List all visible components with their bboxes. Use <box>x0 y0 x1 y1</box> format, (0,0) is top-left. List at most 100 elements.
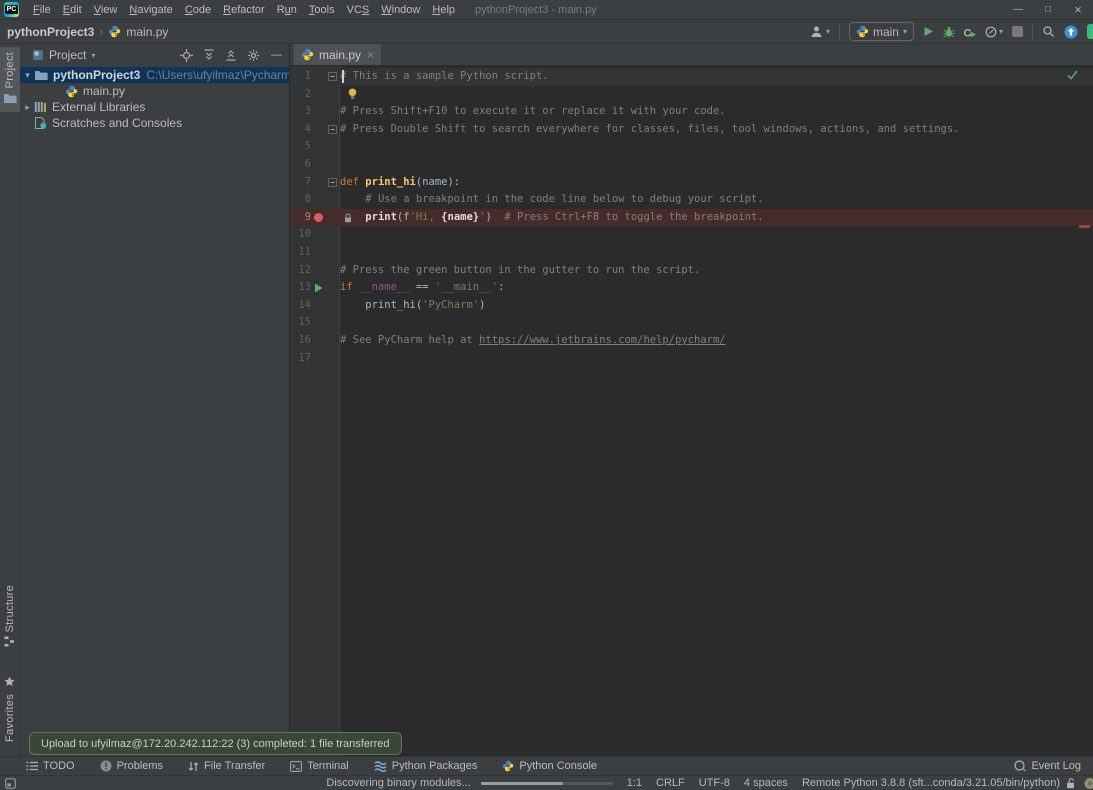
code-line-4[interactable]: 4# Press Double Shift to search everywhe… <box>290 121 1093 139</box>
code-line-9[interactable]: 9 print(f'Hi, {name}') # Press Ctrl+F8 t… <box>290 209 1093 227</box>
inspections-status-icon[interactable] <box>1067 70 1078 83</box>
chevron-right-icon[interactable]: ▸ <box>22 102 33 113</box>
code-token: 'PyCharm' <box>422 299 479 311</box>
error-stripe-mark[interactable] <box>1079 225 1090 228</box>
code-line-11[interactable]: 11 <box>290 244 1093 262</box>
tool-button-terminal[interactable]: Terminal <box>290 760 349 772</box>
menu-item-code[interactable]: Code <box>179 4 217 16</box>
menu-item-vcs[interactable]: VCS <box>341 4 376 16</box>
run-configuration-select[interactable]: main ▾ <box>849 22 914 41</box>
highlighting-level-icon[interactable] <box>1082 777 1093 790</box>
tool-button-event-log[interactable]: Event Log <box>1014 760 1081 772</box>
tool-button-file-transfer[interactable]: File Transfer <box>188 760 265 772</box>
fold-icon[interactable] <box>328 178 337 187</box>
code-line-3[interactable]: 3# Press Shift+F10 to execute it or repl… <box>290 103 1093 121</box>
notification-balloon[interactable]: Upload to ufyilmaz@172.20.242.112:22 (3)… <box>29 732 402 755</box>
debug-button[interactable] <box>943 26 955 38</box>
profiler-button[interactable]: ▾ <box>985 26 1003 38</box>
tool-window-bar: TODO Problems File Transfer Terminal Python … <box>0 756 1093 775</box>
tool-button-python-packages[interactable]: Python Packages <box>374 760 478 772</box>
breakpoint-icon[interactable] <box>314 213 323 222</box>
gutter-cell: 5 <box>290 138 340 156</box>
code-line-13[interactable]: 13if __name__ == '__main__': <box>290 279 1093 297</box>
tree-item-scratches-and-consoles[interactable]: Scratches and Consoles <box>20 115 289 131</box>
project-panel-title[interactable]: Project <box>49 48 86 62</box>
indent-style[interactable]: 4 spaces <box>744 777 788 789</box>
python-interpreter[interactable]: Remote Python 3.8.8 (sft...conda/3.21.05… <box>802 777 1060 789</box>
code-line-15[interactable]: 15 <box>290 314 1093 332</box>
expand-all-button[interactable] <box>203 49 215 61</box>
stop-icon <box>1012 26 1023 37</box>
hide-panel-button[interactable]: — <box>271 49 282 61</box>
caret-position[interactable]: 1:1 <box>627 777 642 789</box>
tree-item-pythonproject3[interactable]: ▾pythonProject3C:\Users\ufyilmaz\Pycharm… <box>20 67 289 83</box>
tool-button-python-console[interactable]: Python Console <box>502 760 597 772</box>
user-menu-button[interactable]: ▾ <box>810 25 830 38</box>
locate-file-button[interactable] <box>180 49 193 62</box>
gutter-cell: 15 <box>290 314 340 332</box>
tab-main-py[interactable]: main.py × <box>294 44 381 65</box>
code-line-5[interactable]: 5 <box>290 138 1093 156</box>
maximize-button[interactable]: □ <box>1033 0 1063 20</box>
code-token: == <box>410 281 435 293</box>
file-encoding[interactable]: UTF-8 <box>699 777 730 789</box>
code-area[interactable]: 1# This is a sample Python script.23# Pr… <box>290 66 1093 756</box>
coverage-button[interactable]: C <box>964 26 976 38</box>
line-number: 4 <box>290 121 311 139</box>
chevron-down-icon[interactable]: ▾ <box>22 70 33 81</box>
stripe-button-structure[interactable]: Structure <box>0 580 20 655</box>
eventlog-icon <box>1014 760 1026 772</box>
menu-item-navigate[interactable]: Navigate <box>123 4 178 16</box>
progress-label: Discovering binary modules... <box>326 777 470 789</box>
collapse-all-button[interactable] <box>225 49 237 61</box>
code-line-6[interactable]: 6 <box>290 156 1093 174</box>
code-line-14[interactable]: 14 print_hi('PyCharm') <box>290 297 1093 315</box>
fold-icon[interactable] <box>328 125 337 134</box>
code-token: https://www.jetbrains.com/help/pycharm/ <box>479 334 726 346</box>
pycharm-app-icon[interactable]: PC <box>4 2 19 17</box>
breadcrumb-file[interactable]: main.py <box>126 25 168 39</box>
toolwindow-switcher-icon[interactable] <box>5 778 16 789</box>
run-line-icon[interactable] <box>314 283 323 293</box>
menu-item-help[interactable]: Help <box>426 4 461 16</box>
search-everywhere-button[interactable] <box>1042 25 1055 38</box>
menu-item-window[interactable]: Window <box>375 4 426 16</box>
lock-icon[interactable] <box>1066 778 1076 789</box>
tree-item-label: pythonProject3 <box>53 68 140 82</box>
clipped-toolbar-icon[interactable] <box>1087 24 1093 39</box>
close-button[interactable]: × <box>1063 0 1093 20</box>
tree-item-main-py[interactable]: main.py <box>20 83 289 99</box>
menu-item-edit[interactable]: Edit <box>57 4 88 16</box>
settings-gear-button[interactable] <box>247 49 260 62</box>
code-line-1[interactable]: 1# This is a sample Python script. <box>290 68 1093 86</box>
code-line-2[interactable]: 2 <box>290 86 1093 104</box>
menu-item-view[interactable]: View <box>88 4 124 16</box>
chevron-down-icon[interactable]: ▾ <box>91 51 95 60</box>
tool-button-todo[interactable]: TODO <box>26 760 75 772</box>
tree-item-external-libraries[interactable]: ▸External Libraries <box>20 99 289 115</box>
menu-item-run[interactable]: Run <box>271 4 303 16</box>
menu-item-file[interactable]: File <box>27 4 57 16</box>
line-separator[interactable]: CRLF <box>656 777 685 789</box>
menu-item-refactor[interactable]: Refactor <box>217 4 271 16</box>
tool-button-problems[interactable]: Problems <box>100 760 163 772</box>
editor: main.py × 1# This is a sample Python scr… <box>290 44 1093 756</box>
code-line-16[interactable]: 16# See PyCharm help at https://www.jetb… <box>290 332 1093 350</box>
stripe-button-project[interactable]: Project <box>0 47 20 112</box>
breadcrumb-project[interactable]: pythonProject3 <box>7 25 94 39</box>
tab-label: main.py <box>319 48 361 62</box>
code-line-17[interactable]: 17 <box>290 350 1093 368</box>
fold-icon[interactable] <box>328 72 337 81</box>
update-project-button[interactable] <box>1064 25 1078 39</box>
code-line-10[interactable]: 10 <box>290 226 1093 244</box>
code-line-8[interactable]: 8 # Use a breakpoint in the code line be… <box>290 191 1093 209</box>
close-icon[interactable]: × <box>367 49 374 61</box>
stripe-button-favorites[interactable]: Favorites <box>0 671 20 747</box>
code-token: # Press the green button in the gutter t… <box>340 264 700 276</box>
title-bar: PC FileEditViewNavigateCodeRefactorRunTo… <box>0 0 1093 20</box>
minimize-button[interactable]: — <box>1003 0 1033 20</box>
run-button[interactable] <box>923 26 934 37</box>
menu-item-tools[interactable]: Tools <box>303 4 341 16</box>
code-line-7[interactable]: 7def print_hi(name): <box>290 174 1093 192</box>
code-line-12[interactable]: 12# Press the green button in the gutter… <box>290 262 1093 280</box>
